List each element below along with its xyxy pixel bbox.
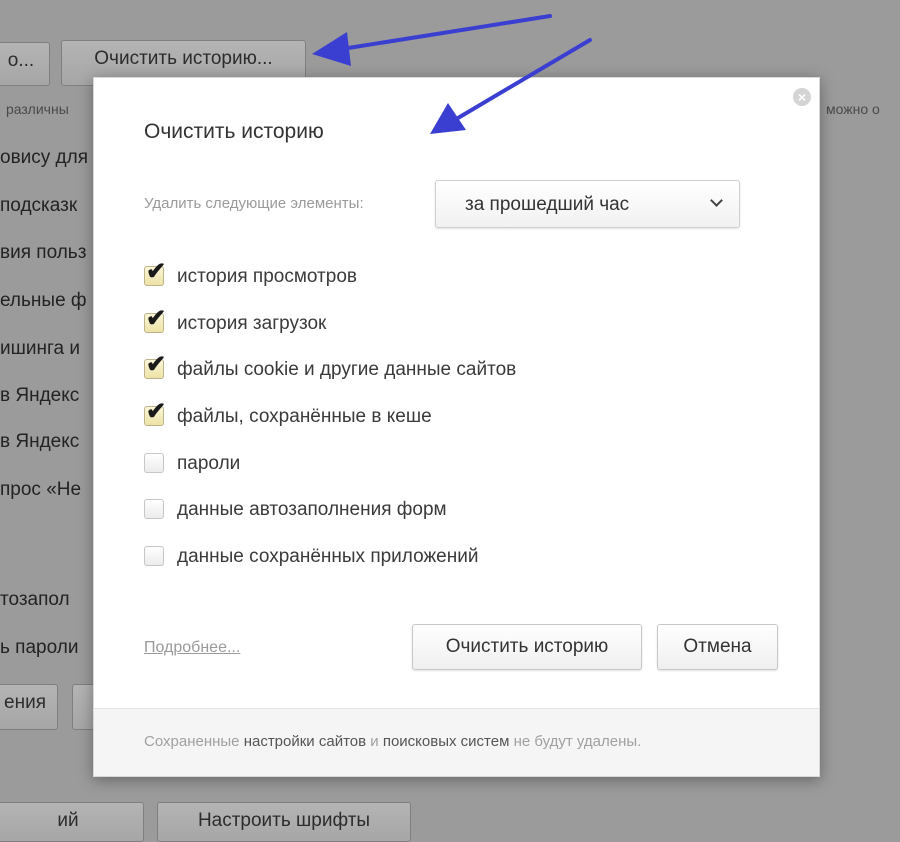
annotation-arrows — [312, 14, 592, 134]
arrow-to-clear-button — [312, 14, 552, 66]
arrow-to-dialog-title — [430, 38, 592, 134]
